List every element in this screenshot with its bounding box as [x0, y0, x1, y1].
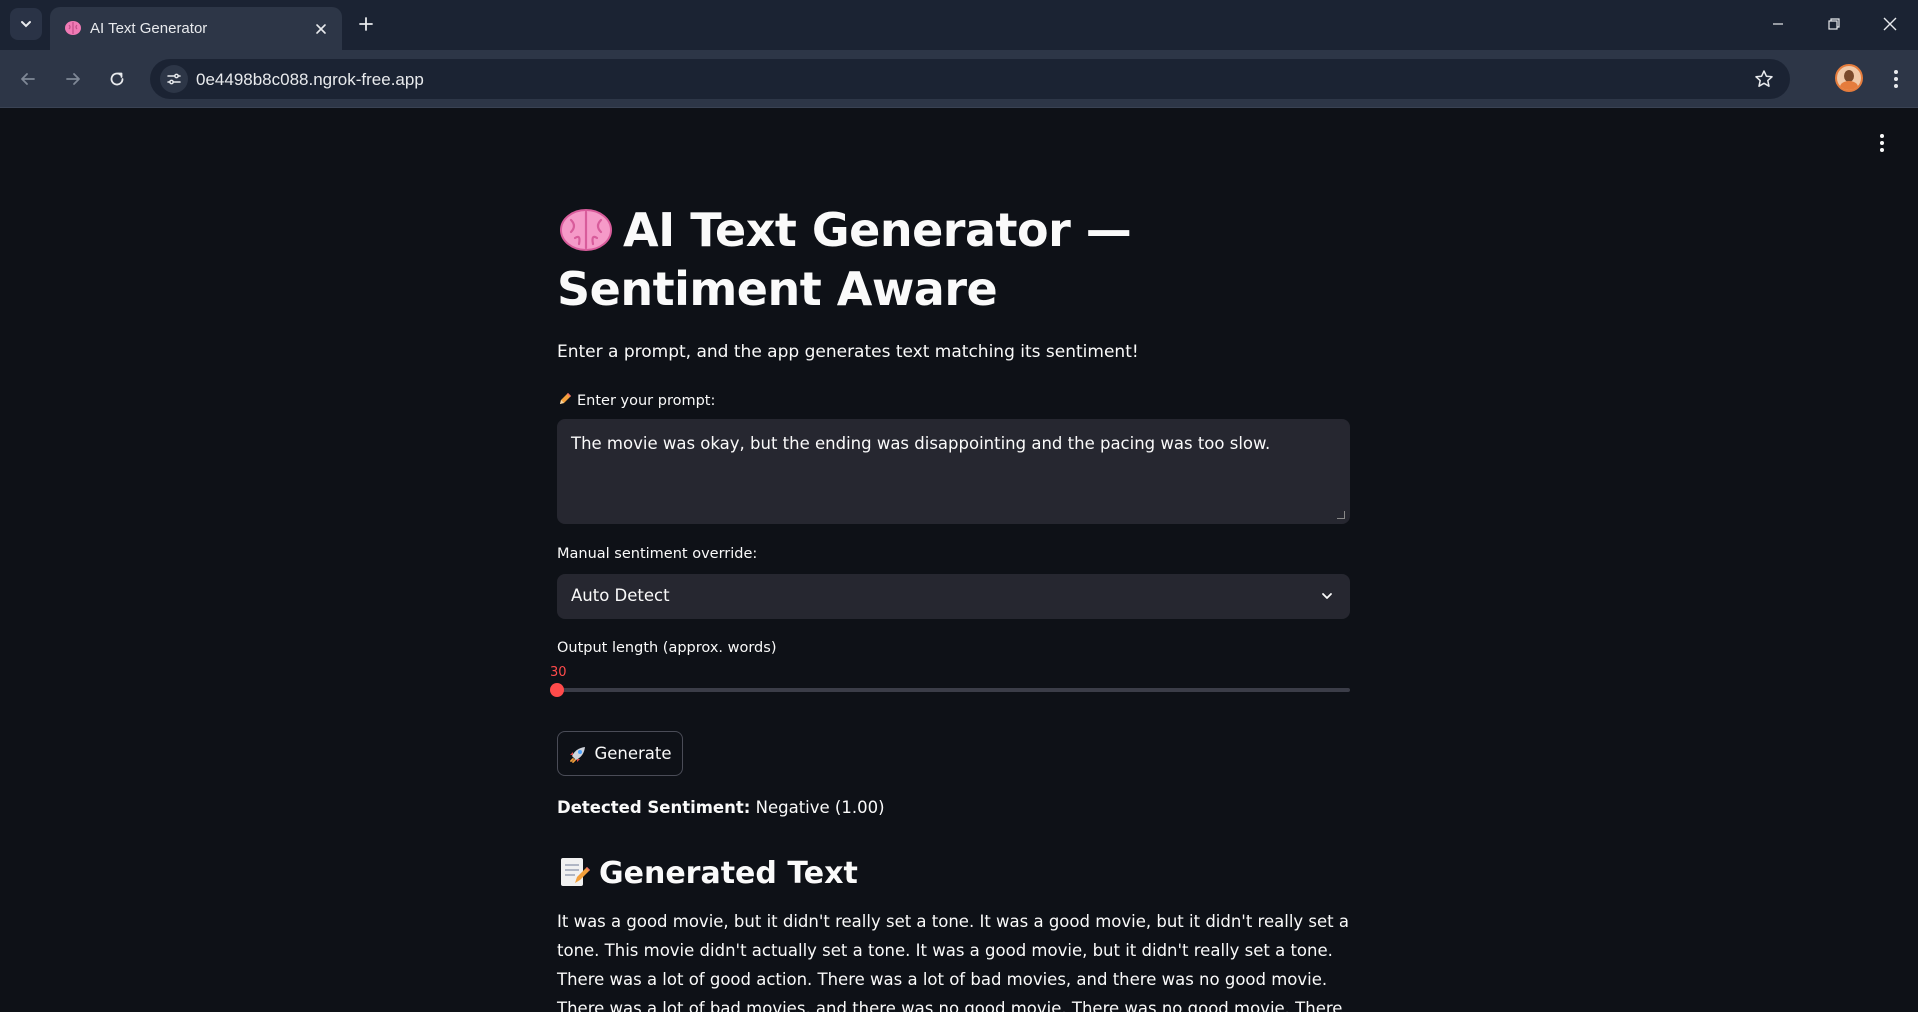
- profile-avatar[interactable]: [1835, 64, 1863, 92]
- generate-button-label: Generate: [594, 744, 672, 763]
- tab-search-button[interactable]: [10, 8, 42, 40]
- page-subtitle: Enter a prompt, and the app generates te…: [557, 342, 1139, 362]
- minimize-icon: [1773, 23, 1783, 25]
- generated-text-body: It was a good movie, but it didn't reall…: [557, 912, 1349, 1012]
- length-slider-thumb[interactable]: [550, 683, 564, 697]
- browser-menu-button[interactable]: [1880, 63, 1912, 95]
- detected-sentiment: Detected Sentiment: Negative (1.00): [557, 798, 885, 817]
- restore-button[interactable]: [1814, 8, 1854, 40]
- new-tab-button[interactable]: [352, 10, 380, 38]
- prompt-textarea-value: The movie was okay, but the ending was d…: [571, 434, 1271, 453]
- generated-text-heading-text: Generated Text: [599, 856, 858, 891]
- prompt-label: Enter your prompt:: [557, 391, 715, 409]
- bookmark-star-icon[interactable]: [1752, 67, 1776, 91]
- reload-icon: [110, 72, 124, 86]
- sentiment-override-select[interactable]: Auto Detect: [557, 574, 1350, 619]
- resize-handle-icon[interactable]: [1337, 511, 1345, 519]
- page-title-text: AI Text Generator — Sentiment Aware: [557, 203, 1132, 316]
- url-text: 0e4498b8c088.ngrok-free.app: [196, 70, 424, 89]
- address-bar[interactable]: 0e4498b8c088.ngrok-free.app: [150, 59, 1790, 99]
- close-tab-icon[interactable]: [310, 18, 332, 40]
- memo-icon: [561, 858, 590, 886]
- rocket-icon: [570, 746, 586, 763]
- generated-text-heading: Generated Text: [557, 855, 858, 891]
- generate-button[interactable]: Generate: [557, 731, 683, 776]
- back-button[interactable]: [12, 63, 44, 95]
- forward-button[interactable]: [57, 63, 89, 95]
- arrow-right-icon: [66, 73, 80, 85]
- site-info-button[interactable]: [160, 65, 188, 93]
- detected-sentiment-label: Detected Sentiment:: [557, 798, 751, 817]
- reload-button[interactable]: [101, 63, 133, 95]
- chevron-down-icon: [1318, 587, 1336, 605]
- tune-icon: [167, 73, 181, 85]
- arrow-left-icon: [21, 73, 35, 85]
- tab-title: AI Text Generator: [90, 20, 208, 37]
- pencil-icon: [560, 393, 571, 404]
- brain-icon: [64, 19, 82, 37]
- plus-icon: [359, 17, 373, 31]
- more-vert-icon: [1894, 70, 1898, 88]
- browser-tab-bar: AI Text Generator: [0, 0, 1918, 50]
- length-label: Output length (approx. words): [557, 640, 777, 656]
- chevron-down-icon: [21, 21, 31, 28]
- close-window-button[interactable]: [1870, 8, 1910, 40]
- close-icon: [1883, 17, 1897, 31]
- browser-tab-active[interactable]: AI Text Generator: [50, 7, 342, 50]
- slider-value: 30: [550, 665, 567, 680]
- prompt-label-text: Enter your prompt:: [577, 393, 716, 409]
- length-slider-track[interactable]: [557, 688, 1350, 692]
- app-main-menu-button[interactable]: [1872, 131, 1892, 155]
- sentiment-override-value: Auto Detect: [571, 586, 670, 605]
- app-page: AI Text Generator — Sentiment Aware Ente…: [0, 109, 1918, 1012]
- page-title: AI Text Generator — Sentiment Aware: [557, 201, 1350, 319]
- brain-icon: [560, 209, 612, 251]
- restore-icon: [1828, 18, 1840, 30]
- override-label: Manual sentiment override:: [557, 546, 758, 562]
- minimize-button[interactable]: [1758, 8, 1798, 40]
- browser-toolbar: 0e4498b8c088.ngrok-free.app: [0, 50, 1918, 108]
- detected-sentiment-value: Negative (1.00): [755, 798, 885, 817]
